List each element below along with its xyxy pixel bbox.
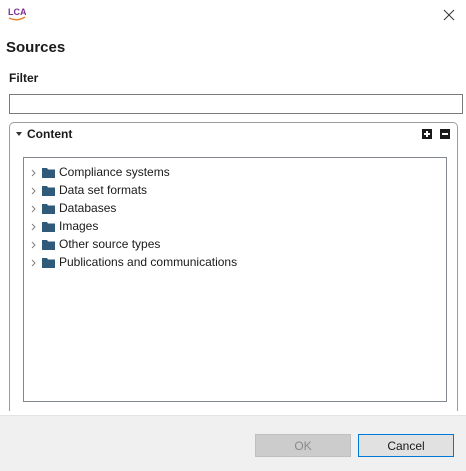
openlca-logo-icon: LCA [8, 7, 26, 21]
sources-dialog: LCA Sources Filter Content Compliance sy… [0, 0, 466, 471]
tree-item[interactable]: Data set formats [24, 182, 424, 200]
tree-item-label: Images [59, 219, 99, 233]
plus-square-icon[interactable] [422, 129, 432, 139]
tree-item-label: Data set formats [59, 183, 148, 197]
tree-item[interactable]: Publications and communications [24, 254, 424, 272]
content-tree[interactable]: Compliance systems Data set formats Data… [23, 157, 447, 402]
folder-icon [42, 186, 55, 196]
filter-label: Filter [9, 71, 39, 85]
chevron-down-icon[interactable] [15, 130, 23, 138]
chevron-right-icon[interactable] [31, 205, 37, 213]
button-bar: OK Cancel [0, 415, 466, 471]
minus-square-icon[interactable] [440, 129, 450, 139]
cancel-button[interactable]: Cancel [358, 434, 454, 457]
folder-icon [42, 240, 55, 250]
tree-item-label: Databases [59, 201, 117, 215]
tree-item[interactable]: Other source types [24, 236, 424, 254]
folder-icon [42, 204, 55, 214]
chevron-right-icon[interactable] [31, 241, 37, 249]
filter-input[interactable] [9, 94, 463, 114]
ok-button[interactable]: OK [255, 434, 351, 457]
chevron-right-icon[interactable] [31, 259, 37, 267]
content-section-title[interactable]: Content [27, 127, 72, 141]
tree-item[interactable]: Databases [24, 200, 424, 218]
folder-icon [42, 168, 55, 178]
chevron-right-icon[interactable] [31, 223, 37, 231]
folder-icon [42, 258, 55, 268]
tree-item[interactable]: Images [24, 218, 424, 236]
dialog-title: Sources [6, 39, 66, 56]
close-icon[interactable] [436, 4, 462, 26]
chevron-right-icon[interactable] [31, 187, 37, 195]
tree-item-label: Publications and communications [59, 255, 238, 269]
title-bar: LCA [0, 0, 466, 30]
folder-icon [42, 222, 55, 232]
tree-item[interactable]: Compliance systems [24, 164, 424, 182]
svg-text:LCA: LCA [8, 7, 26, 17]
content-section-header: Content [10, 123, 457, 145]
tree-item-label: Compliance systems [59, 165, 170, 179]
chevron-right-icon[interactable] [31, 169, 37, 177]
content-section: Content Compliance systems Data set form… [9, 122, 458, 411]
tree-item-label: Other source types [59, 237, 161, 251]
